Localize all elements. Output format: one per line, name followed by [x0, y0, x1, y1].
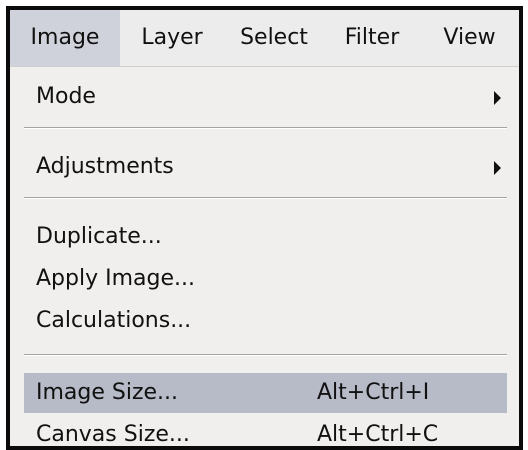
menu-item-label: Apply Image...: [36, 266, 195, 291]
menu-item-duplicate[interactable]: Duplicate...: [24, 217, 507, 257]
menu-item-shortcut: Alt+Ctrl+I: [317, 380, 430, 405]
menu-item-label: Mode: [36, 84, 96, 109]
menu-filter[interactable]: Filter: [324, 10, 420, 66]
menu-layer[interactable]: Layer: [120, 10, 224, 66]
menu-item-label: Calculations...: [36, 308, 192, 333]
menu-bar: Image Layer Select Filter View: [10, 10, 519, 67]
menu-item-mode[interactable]: Mode: [24, 77, 507, 117]
submenu-arrow-icon: [494, 161, 501, 175]
menu-item-shortcut: Alt+Ctrl+C: [317, 422, 439, 447]
menu-image[interactable]: Image: [10, 10, 120, 66]
menu-view[interactable]: View: [420, 10, 519, 66]
submenu-arrow-icon: [494, 91, 501, 105]
menu-separator: [24, 197, 507, 199]
menu-select[interactable]: Select: [224, 10, 324, 66]
menu-item-label: Canvas Size...: [36, 422, 190, 447]
menu-item-label: Adjustments: [36, 154, 174, 179]
menu-item-calculations[interactable]: Calculations...: [24, 301, 507, 341]
menu-item-canvas-size[interactable]: Canvas Size... Alt+Ctrl+C: [24, 415, 507, 447]
menu-item-apply-image[interactable]: Apply Image...: [24, 259, 507, 299]
menu-item-label: Image Size...: [36, 380, 179, 405]
menu-separator: [24, 354, 507, 356]
menu-item-image-size[interactable]: Image Size... Alt+Ctrl+I: [24, 373, 507, 413]
menu-screenshot-frame: Image Layer Select Filter View Mode Adju…: [6, 6, 523, 450]
menu-item-label: Duplicate...: [36, 224, 162, 249]
menu-item-adjustments[interactable]: Adjustments: [24, 147, 507, 187]
menu-separator: [24, 127, 507, 129]
image-dropdown-menu: Mode Adjustments Duplicate... Apply Imag…: [10, 67, 519, 446]
